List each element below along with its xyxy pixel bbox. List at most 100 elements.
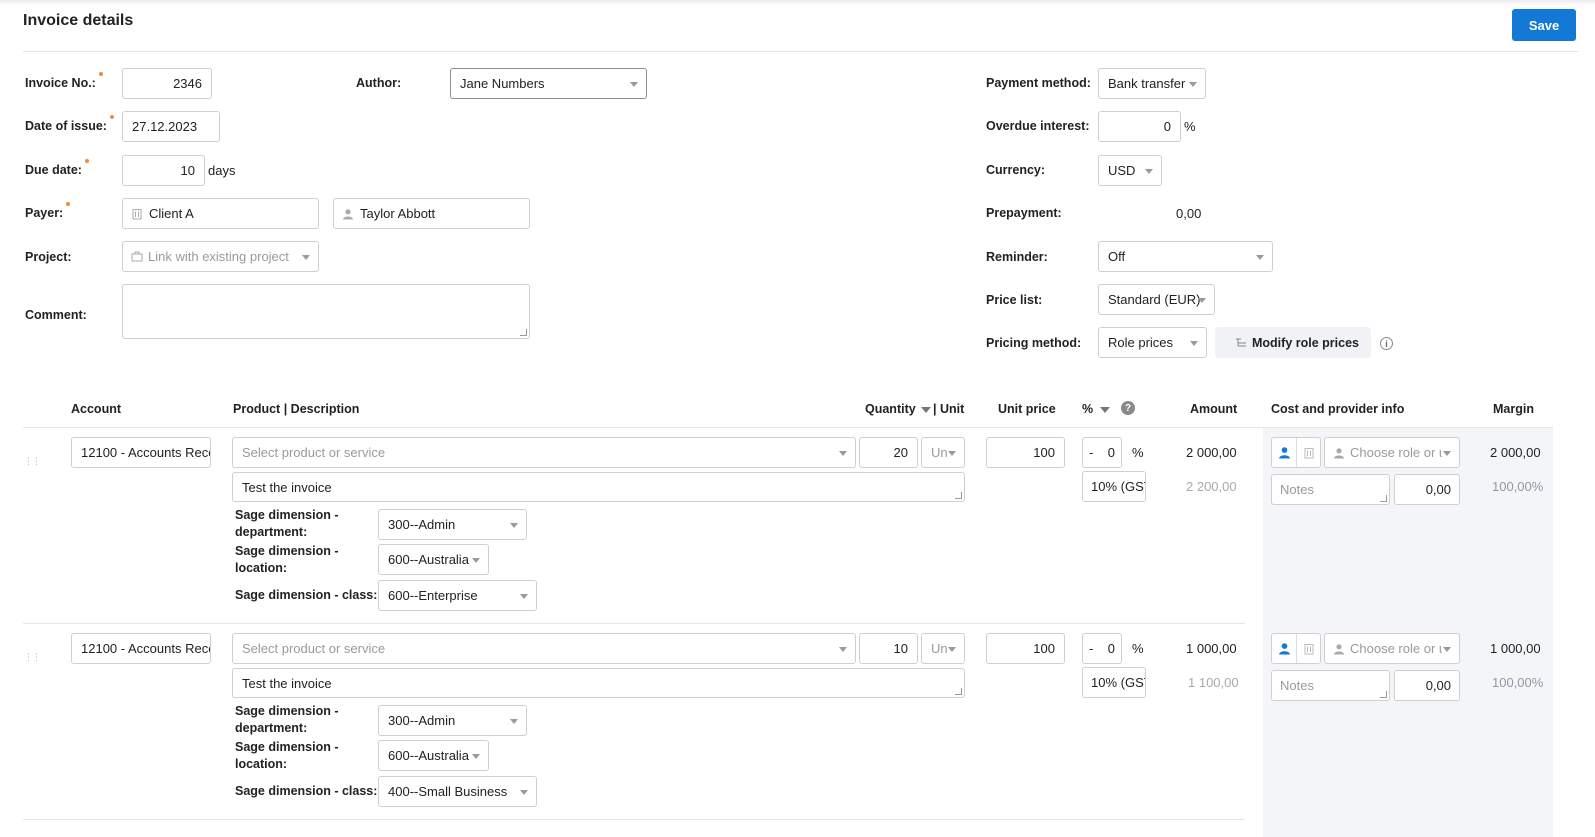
- resize-handle-icon: [955, 492, 962, 499]
- price-list-select[interactable]: Standard (EUR): [1098, 284, 1215, 315]
- amount-value: 1 000,00: [1186, 641, 1237, 656]
- discount-input[interactable]: - 0: [1082, 633, 1122, 664]
- reminder-value: Off: [1108, 249, 1126, 264]
- dim-department-value: 300--Admin: [388, 517, 456, 532]
- building-icon: [1304, 643, 1313, 654]
- dim-department-select[interactable]: 300--Admin: [378, 705, 527, 736]
- cost-input[interactable]: 0,00: [1394, 670, 1460, 701]
- company-toggle[interactable]: [1296, 438, 1320, 467]
- person-toggle[interactable]: [1272, 634, 1296, 663]
- chevron-down-icon: [1256, 255, 1264, 260]
- due-date-unit: days: [208, 163, 236, 178]
- chevron-down-icon: [1190, 341, 1198, 346]
- payer-client-input[interactable]: Client A: [122, 198, 319, 229]
- role-select[interactable]: Choose role or user: [1324, 633, 1460, 664]
- dim-department-select[interactable]: 300--Admin: [378, 509, 527, 540]
- dim-department-label: Sage dimension - department:: [235, 508, 339, 539]
- payer-person-input[interactable]: Taylor Abbott: [333, 198, 530, 229]
- comment-textarea[interactable]: [122, 284, 530, 339]
- invoice-no-input[interactable]: 2346: [122, 68, 212, 99]
- unit-select[interactable]: Un: [921, 633, 965, 664]
- amount-gross-value: 2 200,00: [1186, 479, 1237, 494]
- chevron-down-icon: [520, 790, 528, 795]
- page-title: Invoice details: [23, 12, 134, 29]
- role-placeholder: Choose role or user: [1350, 445, 1442, 460]
- resize-handle-icon: [1380, 495, 1387, 502]
- chevron-down-icon: [1443, 647, 1451, 652]
- help-icon[interactable]: ?: [1121, 401, 1135, 415]
- chevron-down-icon: [1189, 82, 1197, 87]
- author-select[interactable]: Jane Numbers: [450, 68, 647, 99]
- dim-location-select[interactable]: 600--Australia: [378, 740, 489, 771]
- modify-role-prices-button[interactable]: Modify role prices: [1215, 327, 1371, 358]
- description-textarea[interactable]: Test the invoice: [232, 668, 965, 698]
- chevron-down-icon: [630, 82, 638, 87]
- dim-location-label: Sage dimension - location:: [235, 544, 339, 575]
- discount-value: 0: [1107, 641, 1115, 656]
- briefcase-icon: [131, 251, 143, 262]
- account-select[interactable]: 12100 - Accounts Receivable: [71, 633, 211, 664]
- dim-class-select[interactable]: 400--Small Business: [378, 776, 537, 807]
- quantity-input[interactable]: 10: [859, 633, 918, 664]
- account-select[interactable]: 12100 - Accounts Receivable: [71, 437, 211, 468]
- product-select[interactable]: Select product or service: [232, 633, 856, 664]
- date-of-issue-input[interactable]: 27.12.2023: [122, 111, 220, 142]
- pricing-method-select[interactable]: Role prices: [1098, 327, 1207, 358]
- chevron-down-icon: [839, 451, 847, 456]
- margin-value: 1 000,00: [1490, 641, 1541, 656]
- chevron-down-icon: [1145, 169, 1153, 174]
- chevron-down-icon: [1198, 298, 1206, 303]
- save-button[interactable]: Save: [1512, 9, 1576, 41]
- product-select[interactable]: Select product or service: [232, 437, 856, 468]
- notes-textarea[interactable]: Notes: [1271, 670, 1390, 701]
- person-toggle[interactable]: [1272, 438, 1296, 467]
- price-list-value: Standard (EUR): [1108, 292, 1201, 307]
- tax-select[interactable]: 10% (GST): [1082, 667, 1146, 698]
- chevron-down-icon: [472, 558, 480, 563]
- drag-handle-icon[interactable]: ⋮⋮: [24, 652, 41, 663]
- header-product: Product | Description: [233, 402, 360, 416]
- tax-value: 10% (GST): [1091, 479, 1145, 494]
- tax-value: 10% (GST): [1091, 675, 1145, 690]
- quantity-input[interactable]: 20: [859, 437, 918, 468]
- payment-method-select[interactable]: Bank transfer: [1098, 68, 1206, 99]
- percent-dropdown-icon[interactable]: [1100, 407, 1110, 413]
- chevron-down-icon: [510, 523, 518, 528]
- dim-department-value: 300--Admin: [388, 713, 456, 728]
- reminder-label: Reminder:: [986, 250, 1048, 264]
- person-icon: [1278, 643, 1290, 655]
- table-row: ⋮⋮ 12100 - Accounts Receivable Select pr…: [0, 624, 1595, 820]
- discount-value: 0: [1107, 445, 1115, 460]
- notes-textarea[interactable]: Notes: [1271, 474, 1390, 505]
- header-divider: [23, 51, 1578, 52]
- company-toggle[interactable]: [1296, 634, 1320, 663]
- unit-value: Un: [931, 445, 948, 460]
- provider-type-toggle[interactable]: [1271, 633, 1321, 664]
- currency-select[interactable]: USD: [1098, 155, 1162, 186]
- unit-price-input[interactable]: 100: [986, 633, 1065, 664]
- prepayment-label: Prepayment:: [986, 206, 1062, 220]
- prepayment-value: 0,00: [1176, 206, 1202, 221]
- chevron-down-icon: [302, 255, 310, 260]
- dim-location-select[interactable]: 600--Australia: [378, 544, 489, 575]
- description-textarea[interactable]: Test the invoice: [232, 472, 965, 502]
- discount-input[interactable]: - 0: [1082, 437, 1122, 468]
- overdue-interest-input[interactable]: 0: [1098, 111, 1181, 142]
- chevron-down-icon: [948, 647, 956, 652]
- cost-input[interactable]: 0,00: [1394, 474, 1460, 505]
- project-select[interactable]: Link with existing project: [122, 241, 319, 272]
- chevron-down-icon: [510, 719, 518, 724]
- due-date-input[interactable]: 10: [122, 155, 205, 186]
- quantity-sort-icon[interactable]: [921, 407, 931, 413]
- provider-type-toggle[interactable]: [1271, 437, 1321, 468]
- info-icon[interactable]: i: [1380, 337, 1393, 350]
- role-select[interactable]: Choose role or user: [1324, 437, 1460, 468]
- unit-select[interactable]: Un: [921, 437, 965, 468]
- discount-sign: -: [1089, 445, 1094, 460]
- drag-handle-icon[interactable]: ⋮⋮: [24, 456, 41, 467]
- tax-select[interactable]: 10% (GST): [1082, 471, 1146, 502]
- dim-class-select[interactable]: 600--Enterprise: [378, 580, 537, 611]
- reminder-select[interactable]: Off: [1098, 241, 1273, 272]
- dim-class-value: 600--Enterprise: [388, 588, 478, 603]
- unit-price-input[interactable]: 100: [986, 437, 1065, 468]
